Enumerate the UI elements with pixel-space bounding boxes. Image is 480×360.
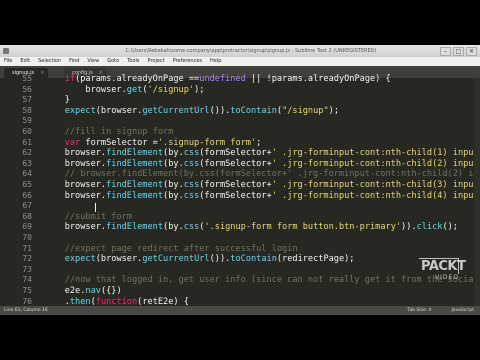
code-line: 58 expect(browser.getCurrentUrl()).toCon… <box>0 106 480 117</box>
code-line: 67 <box>0 201 480 212</box>
line-number: 70 <box>22 233 32 242</box>
code-text: //now that logged in, get user info (sin… <box>44 275 480 286</box>
code-text: if(params.alreadyOnPage ==undefined || !… <box>64 74 391 84</box>
scrollbar[interactable] <box>474 78 480 306</box>
code-text: // browser.findElement(by.css(formSelect… <box>44 169 480 180</box>
code-text: browser.findElement(by.css('.signup-form… <box>44 222 458 233</box>
menu-selection[interactable]: Selection <box>38 57 61 66</box>
code-text: browser.findElement(by.css(formSelector+… <box>44 158 480 169</box>
code-line: 61 var formSelector ='.signup-form form'… <box>0 138 480 149</box>
code-line: 72 expect(browser.getCurrentUrl()).toCon… <box>0 254 480 265</box>
code-line: 68 //submit form <box>0 212 480 223</box>
code-text: } <box>44 95 70 106</box>
line-number: 61 <box>22 137 32 147</box>
window-title: C:\Users\Rebekah\some-company\app\protra… <box>125 48 377 54</box>
menu-find[interactable]: Find <box>69 57 79 66</box>
code-text: browser.findElement(by.css(formSelector+… <box>44 180 480 190</box>
code-line: 65 browser.findElement(by.css(formSelect… <box>0 180 480 191</box>
code-line: 75 e2e.nav({}) <box>0 286 480 297</box>
line-number: 68 <box>22 211 32 221</box>
code-line: 70 <box>0 233 480 244</box>
line-number: 64 <box>22 169 32 179</box>
code-text: browser.get('/signup'); <box>44 84 205 95</box>
menu-help[interactable]: Help <box>210 57 221 66</box>
code-line: 56 browser.get('/signup'); <box>0 85 480 96</box>
code-line: 74 //now that logged in, get user info (… <box>0 275 480 286</box>
code-line: 71 //expect page redirect after successf… <box>0 244 480 255</box>
status-bar: Line 61, Column 16 Tab Size: 4 JavaScrip… <box>0 306 480 315</box>
code-line: 73 <box>0 265 480 276</box>
line-number: 74 <box>22 275 32 285</box>
line-number: 55 <box>22 74 32 83</box>
line-number: 69 <box>22 222 32 232</box>
code-editor[interactable]: 55 if(params.alreadyOnPage ==undefined |… <box>0 74 480 315</box>
line-number: 63 <box>22 158 32 168</box>
code-text: //submit form <box>44 211 132 222</box>
line-number: 59 <box>22 116 32 126</box>
tab-size[interactable]: Tab Size: 4 <box>407 306 431 315</box>
line-number: 66 <box>22 190 32 200</box>
menu-preferences[interactable]: Preferences <box>173 57 202 66</box>
sublime-text-window: C:\Users\Rebekah\some-company\app\protra… <box>0 45 480 315</box>
code-text: browser.findElement(by.css(formSelector+… <box>44 190 480 201</box>
line-number: 65 <box>22 180 32 189</box>
line-number: 62 <box>22 148 32 158</box>
minimize-button[interactable]: – <box>440 47 451 56</box>
line-number: 58 <box>22 105 32 115</box>
line-number: 56 <box>22 84 32 94</box>
code-line: 66 browser.findElement(by.css(formSelect… <box>0 191 480 202</box>
line-number: 67 <box>22 201 32 211</box>
menu-goto[interactable]: Goto <box>107 57 119 66</box>
code-line: 63 browser.findElement(by.css(formSelect… <box>0 159 480 170</box>
text-cursor <box>95 203 96 212</box>
code-line: 62 browser.findElement(by.css(formSelect… <box>0 148 480 159</box>
line-number: 60 <box>22 127 32 136</box>
syntax-mode[interactable]: JavaScript <box>451 306 474 315</box>
code-line: 69 browser.findElement(by.css('.signup-f… <box>0 222 480 233</box>
code-text: expect(browser.getCurrentUrl()).toContai… <box>64 105 339 116</box>
line-number: 73 <box>22 264 32 274</box>
menu-project[interactable]: Project <box>148 57 165 66</box>
maximize-button[interactable]: □ <box>453 47 464 56</box>
menu-file[interactable]: File <box>4 57 12 66</box>
line-number: 75 <box>22 286 32 295</box>
code-line: 60 //fill in signup form <box>0 127 480 138</box>
packt-logo: PACKT VIDEO <box>419 258 466 281</box>
title-bar: C:\Users\Rebekah\some-company\app\protra… <box>0 45 480 57</box>
code-line: 59 <box>0 116 480 127</box>
code-text: //fill in signup form <box>44 127 174 137</box>
close-button[interactable]: ✕ <box>466 47 477 56</box>
code-text: expect(browser.getCurrentUrl()).toContai… <box>64 254 355 265</box>
cursor-position: Line 61, Column 16 <box>4 308 48 313</box>
line-number: 72 <box>22 254 32 264</box>
code-text: var formSelector ='.signup-form form'; <box>64 137 262 148</box>
code-text: e2e.nav({}) <box>44 286 122 296</box>
menu-tools[interactable]: Tools <box>127 57 139 66</box>
code-line: 55 if(params.alreadyOnPage ==undefined |… <box>0 74 480 85</box>
menu-bar: File Edit Selection Find View Goto Tools… <box>0 57 480 66</box>
line-number: 71 <box>22 243 32 253</box>
app-icon <box>3 48 9 54</box>
line-number: 57 <box>22 95 32 105</box>
window-controls: – □ ✕ <box>440 47 477 56</box>
code-text: //expect page redirect after successful … <box>44 243 298 254</box>
menu-edit[interactable]: Edit <box>20 57 30 66</box>
menu-view[interactable]: View <box>87 57 99 66</box>
code-line: 64 // browser.findElement(by.css(formSel… <box>0 169 480 180</box>
code-text: browser.findElement(by.css(formSelector+… <box>44 148 480 159</box>
code-line: 57 } <box>0 95 480 106</box>
